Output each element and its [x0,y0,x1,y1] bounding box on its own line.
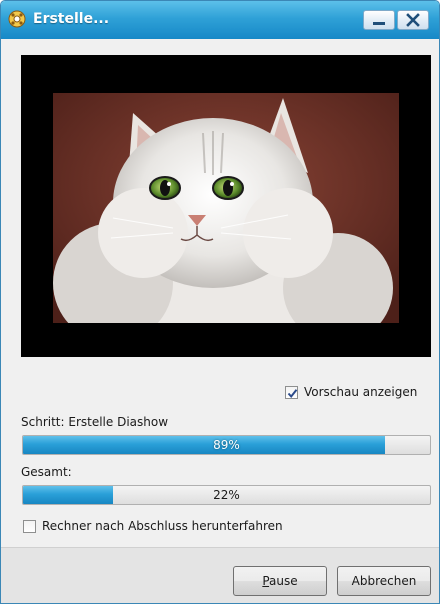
checkmark-icon [287,388,298,398]
total-label: Gesamt: [21,465,72,479]
total-progress-text: 22% [213,488,240,502]
shutdown-checkbox[interactable] [23,519,36,533]
shutdown-label: Rechner nach Abschluss herunterfahren [42,519,283,533]
total-progress-bar: 22% [22,485,431,505]
pause-label-rest: ause [269,574,298,588]
preview-area [21,55,431,357]
show-preview-label: Vorschau anzeigen [304,385,418,399]
window-title: Erstelle... [33,11,110,27]
shutdown-checkbox-row[interactable]: Rechner nach Abschluss herunterfahren [23,519,283,533]
button-bar: Pause Abbrechen [1,547,439,603]
progress-dialog: Erstelle... Vorschau anzeigen Schritt: E… [0,0,440,604]
close-button[interactable] [397,10,429,30]
dialog-content: Vorschau anzeigen Schritt: Erstelle Dias… [9,47,431,547]
kitten-photo [53,93,399,323]
pause-button[interactable]: Pause [233,566,327,596]
cancel-button[interactable]: Abbrechen [337,566,431,596]
show-preview-checkbox-row[interactable]: Vorschau anzeigen [285,385,417,399]
app-icon [8,10,26,28]
show-preview-checkbox[interactable] [285,385,298,399]
step-progress-text: 89% [213,438,240,452]
title-bar[interactable]: Erstelle... [1,1,439,39]
minimize-button[interactable] [363,10,395,30]
step-label: Schritt: Erstelle Diashow [21,415,169,429]
step-progress-bar: 89% [22,435,431,455]
minimize-icon [373,22,385,25]
close-icon [406,13,420,27]
